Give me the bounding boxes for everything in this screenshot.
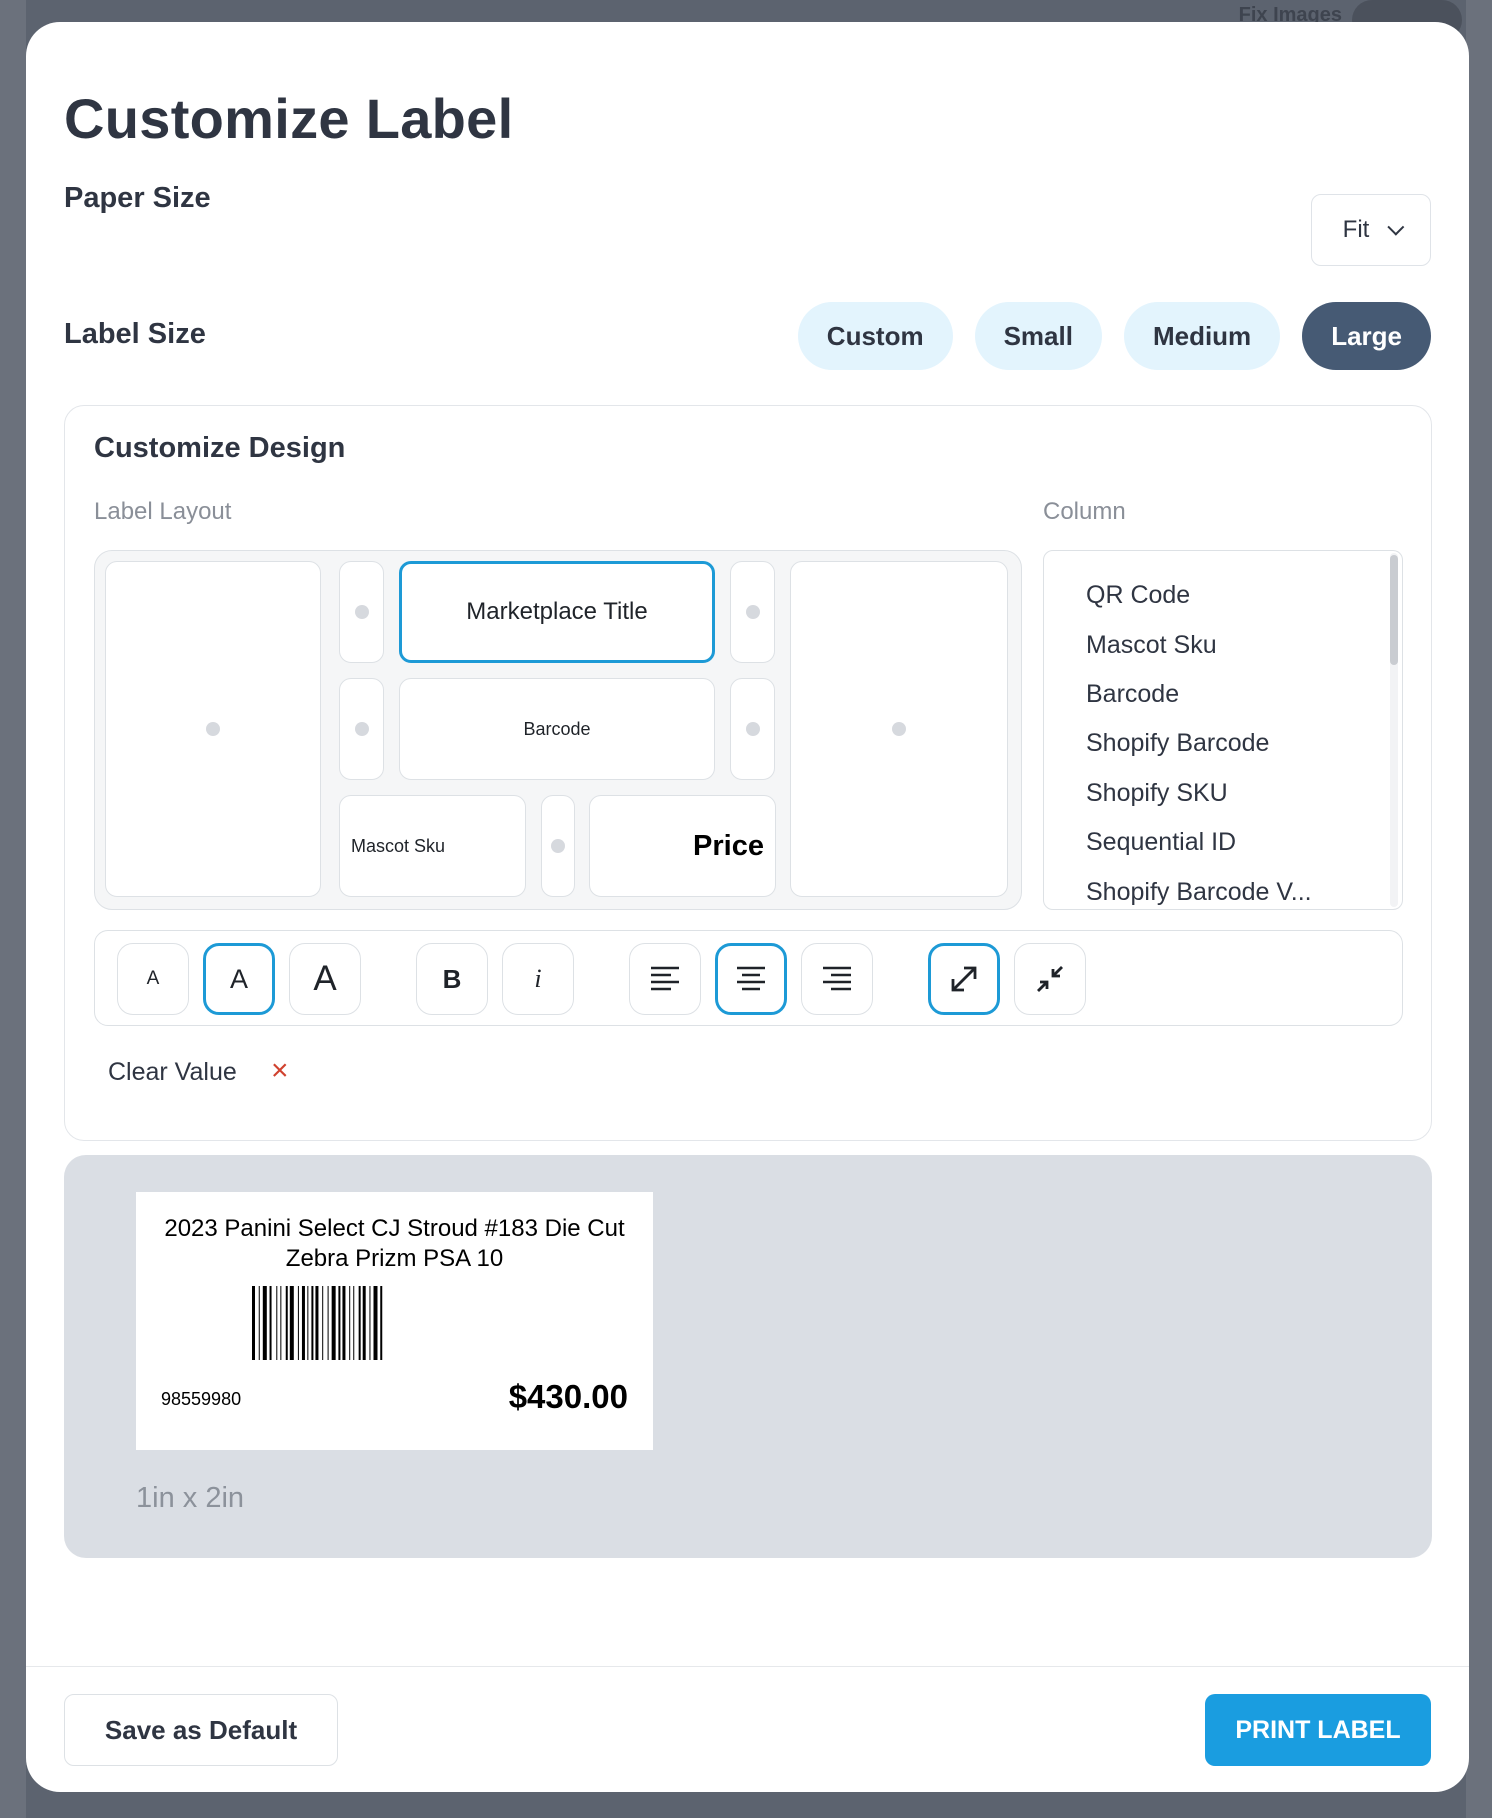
font-size-medium-button[interactable]: A (203, 943, 275, 1015)
background-edge-left (0, 0, 26, 1818)
paper-size-value: Fit (1342, 216, 1370, 243)
layout-cell-marketplace-title[interactable]: Marketplace Title (399, 561, 715, 663)
empty-slot-dot (354, 605, 369, 619)
layout-cell-right[interactable] (790, 561, 1008, 897)
empty-slot-dot (354, 722, 369, 736)
empty-slot-dot (745, 605, 760, 619)
align-left-icon (651, 966, 679, 991)
preview-sku: 98559980 (161, 1389, 242, 1409)
format-toolbar: A A A B i (94, 930, 1403, 1026)
clear-value-label: Clear Value (108, 1058, 237, 1086)
column-item-shopify-barcode-variant[interactable]: Shopify Barcode V... (1086, 878, 1312, 907)
print-label-button[interactable]: PRINT LABEL (1205, 1694, 1431, 1766)
italic-button[interactable]: i (502, 943, 574, 1015)
customize-design-title: Customize Design (94, 432, 346, 464)
column-item-barcode[interactable]: Barcode (1086, 680, 1179, 709)
column-item-mascot-sku[interactable]: Mascot Sku (1086, 631, 1217, 660)
empty-slot-dot (551, 839, 565, 853)
empty-slot-dot (745, 722, 760, 736)
empty-slot-dot (892, 722, 906, 736)
chevron-down-icon (1387, 218, 1405, 236)
align-left-button[interactable] (629, 943, 701, 1015)
column-item-shopify-sku[interactable]: Shopify SKU (1086, 779, 1228, 808)
expand-button[interactable] (928, 943, 1000, 1015)
shrink-button[interactable] (1014, 943, 1086, 1015)
customize-design-card: Customize Design Label Layout Column Mar… (64, 405, 1432, 1141)
preview-price: $430.00 (508, 1378, 628, 1415)
label-size-large-button[interactable]: Large (1302, 302, 1431, 370)
modal-title: Customize Label (64, 87, 514, 150)
preview-dimensions: 1in x 2in (136, 1482, 245, 1514)
layout-spacer-mid-left[interactable] (339, 678, 384, 780)
layout-cell-barcode[interactable]: Barcode (399, 678, 715, 780)
label-preview-area: 2023 Panini Select CJ Stroud #183 Die Cu… (64, 1155, 1432, 1558)
column-label: Column (1043, 498, 1126, 525)
layout-spacer-mid-right[interactable] (730, 678, 775, 780)
paper-size-label: Paper Size (64, 182, 211, 214)
align-center-button[interactable] (715, 943, 787, 1015)
align-right-button[interactable] (801, 943, 873, 1015)
font-size-large-button[interactable]: A (289, 943, 361, 1015)
label-layout-label: Label Layout (94, 498, 232, 525)
empty-slot-dot (206, 722, 220, 736)
preview-barcode (252, 1286, 383, 1360)
label-size-custom-button[interactable]: Custom (797, 302, 953, 370)
label-size-small-button[interactable]: Small (974, 302, 1102, 370)
font-size-small-button[interactable]: A (117, 943, 189, 1015)
footer-divider (26, 1666, 1469, 1667)
layout-spacer-top-left[interactable] (339, 561, 384, 663)
bold-button[interactable]: B (416, 943, 488, 1015)
clear-value-x-icon[interactable]: × (271, 1054, 289, 1088)
paper-size-select[interactable]: Fit (1311, 194, 1431, 266)
align-right-icon (823, 966, 851, 991)
background-edge-right (1466, 0, 1492, 1818)
column-list: QR Code Mascot Sku Barcode Shopify Barco… (1043, 550, 1403, 910)
preview-title: 2023 Panini Select CJ Stroud #183 Die Cu… (164, 1215, 625, 1272)
column-item-qr-code[interactable]: QR Code (1086, 581, 1190, 610)
column-item-sequential-id[interactable]: Sequential ID (1086, 828, 1236, 857)
label-size-label: Label Size (64, 318, 206, 350)
customize-label-modal: Customize Label Paper Size Fit Label Siz… (26, 22, 1469, 1792)
label-size-options: Custom Small Medium Large (797, 302, 1431, 370)
layout-cell-price[interactable]: Price (589, 795, 776, 897)
column-item-shopify-barcode[interactable]: Shopify Barcode (1086, 729, 1269, 758)
label-size-medium-button[interactable]: Medium (1123, 302, 1281, 370)
column-scrollbar-thumb[interactable] (1390, 555, 1398, 665)
save-as-default-button[interactable]: Save as Default (64, 1694, 338, 1766)
expand-icon (951, 966, 977, 992)
label-preview: 2023 Panini Select CJ Stroud #183 Die Cu… (136, 1192, 653, 1450)
layout-spacer-top-right[interactable] (730, 561, 775, 663)
label-layout-grid: Marketplace Title Barcode Mascot Sku Pri… (94, 550, 1022, 910)
layout-spacer-bottom[interactable] (541, 795, 575, 897)
layout-cell-mascot-sku[interactable]: Mascot Sku (339, 795, 526, 897)
align-center-icon (737, 966, 765, 991)
shrink-icon (1037, 966, 1063, 992)
layout-cell-left[interactable] (105, 561, 321, 897)
